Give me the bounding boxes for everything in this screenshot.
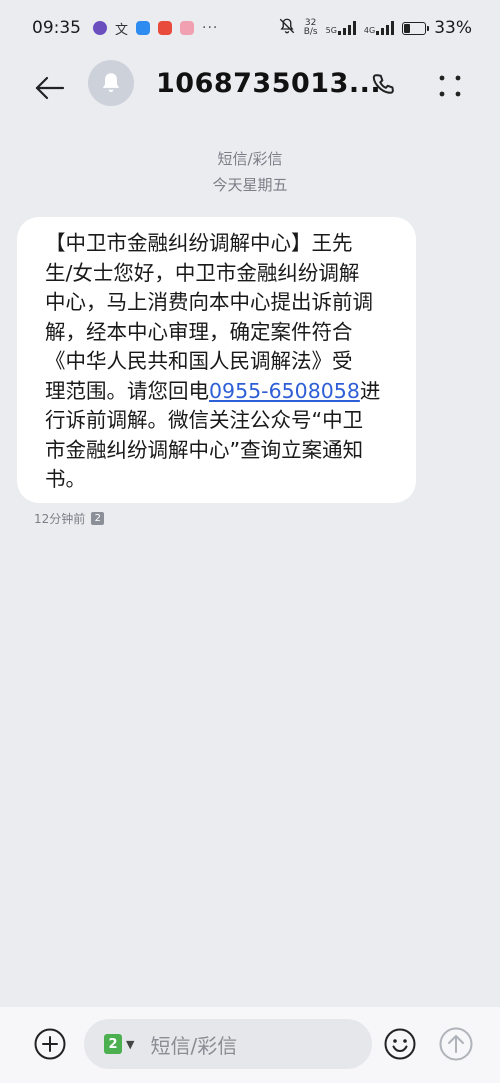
mail-app-icon <box>180 21 195 35</box>
send-button[interactable] <box>438 1026 474 1062</box>
message-line: 行诉前调解。微信关注公众号“中卫 <box>45 408 364 432</box>
back-arrow-icon <box>35 76 65 100</box>
status-time: 09:35 <box>32 18 81 38</box>
contact-avatar[interactable] <box>88 60 134 106</box>
contact-number-title: 1068735013... <box>156 68 382 99</box>
message-line: 中心，马上消费向本中心提出诉前调 <box>45 290 373 314</box>
message-type-label: 短信/彩信 <box>217 150 283 168</box>
bell-icon <box>102 73 120 93</box>
battery-percent: 33% <box>434 18 472 38</box>
back-button[interactable] <box>30 70 70 106</box>
mute-icon <box>278 17 296 40</box>
message-line: 书。 <box>45 467 86 491</box>
shopping-app-icon <box>158 21 173 35</box>
send-arrow-icon <box>439 1027 473 1061</box>
phone-number-link[interactable]: 0955-6508058 <box>209 379 360 403</box>
message-time: 12分钟前 <box>34 512 86 526</box>
message-line: 市金融纠纷调解中心”查询立案通知 <box>45 437 364 462</box>
message-text: 理范围。请您回电 <box>45 378 209 403</box>
more-notifications-icon: ··· <box>202 20 219 36</box>
status-bar: 09:35 文 ··· 32 B/s 5G 4G 33% <box>0 0 500 56</box>
composer-bar: 2 ▼ 短信/彩信 <box>0 1007 500 1083</box>
sim2-signal-icon: 4G <box>363 21 395 35</box>
sim1-label: 5G <box>325 26 337 35</box>
message-line: 【中卫市金融纠纷调解中心】王先 <box>45 231 353 255</box>
sim2-label: 4G <box>363 26 376 35</box>
thread-date-header: 短信/彩信 今天星期五 <box>0 146 500 198</box>
message-line: 解，经本中心审理，确定案件符合 <box>45 319 353 344</box>
message-line: 理范围。请您回电0955-6508058进 <box>45 377 400 407</box>
status-left: 09:35 文 ··· <box>32 18 218 38</box>
call-button[interactable] <box>364 66 404 106</box>
more-dots-icon <box>439 75 461 97</box>
plus-circle-icon <box>34 1028 66 1060</box>
emoji-icon <box>384 1028 416 1060</box>
more-options-button[interactable] <box>430 64 470 108</box>
battery-level <box>404 23 411 33</box>
sim1-signal-icon: 5G <box>326 21 356 35</box>
add-attachment-button[interactable] <box>33 1027 67 1061</box>
message-bubble[interactable]: 【中卫市金融纠纷调解中心】王先 生/女士您好，中卫市金融纠纷调解 中心，马上消费… <box>17 217 416 503</box>
phone-icon <box>372 74 394 94</box>
input-placeholder: 短信/彩信 <box>150 1033 238 1058</box>
conversation-header: 1068735013... <box>0 56 500 120</box>
translate-icon: 文 <box>115 22 129 38</box>
message-line: 《中华人民共和国人民调解法》受 <box>45 349 353 373</box>
message-line: 生/女士您好，中卫市金融纠纷调解 <box>45 260 360 285</box>
network-speed: 32 B/s <box>304 19 318 37</box>
app-notification-icon <box>93 21 107 35</box>
date-label: 今天星期五 <box>212 176 288 194</box>
message-input[interactable]: 2 ▼ 短信/彩信 <box>84 1019 372 1069</box>
network-speed-unit: B/s <box>303 27 318 37</box>
battery-icon <box>402 21 430 35</box>
message-text: 进 <box>359 378 381 403</box>
sim-selector[interactable]: 2 ▼ <box>104 1034 134 1054</box>
message-meta: 12分钟前 2 <box>34 510 105 527</box>
sim-card-icon: 2 <box>104 1034 122 1054</box>
chat-app-icon <box>136 21 151 35</box>
emoji-button[interactable] <box>383 1027 417 1061</box>
sim-slot-badge: 2 <box>91 512 105 525</box>
chevron-down-icon: ▼ <box>126 1037 135 1051</box>
status-right: 32 B/s 5G 4G 33% <box>278 17 472 40</box>
